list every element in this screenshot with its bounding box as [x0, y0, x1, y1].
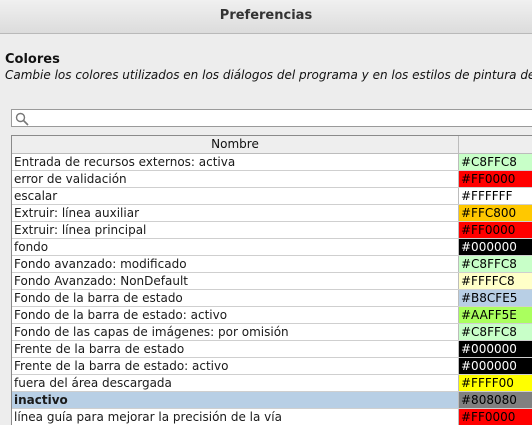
color-name-cell[interactable]: Fondo de la barra de estado [12, 290, 459, 306]
color-value-cell[interactable]: #FF0000 [459, 171, 532, 187]
color-value-cell[interactable]: #C8FFC8 [459, 154, 532, 170]
table-row[interactable]: fondo #000000 [12, 239, 532, 256]
color-name-cell[interactable]: Frente de la barra de estado [12, 341, 459, 357]
table-row[interactable]: Frente de la barra de estado: activo #000… [12, 358, 532, 375]
color-name-cell[interactable]: escalar [12, 188, 459, 204]
column-header-name[interactable]: Nombre [12, 136, 459, 153]
color-value-cell[interactable]: #FF0000 [459, 409, 532, 425]
table-row[interactable]: Fondo avanzado: modificado #C8FFC8 [12, 256, 532, 273]
section-title: Colores [5, 52, 60, 67]
table-row[interactable]: Frente de la barra de estado #000000 [12, 341, 532, 358]
table-row[interactable]: error de validación #FF0000 [12, 171, 532, 188]
search-icon [15, 112, 29, 126]
color-name-cell[interactable]: fondo [12, 239, 459, 255]
table-body: Entrada de recursos externos: activa #C8F… [12, 154, 532, 425]
color-value-cell[interactable]: #FF0000 [459, 222, 532, 238]
color-value-cell[interactable]: #B8CFE5 [459, 290, 532, 306]
column-header-color[interactable] [459, 136, 532, 153]
color-name-cell[interactable]: Extruir: línea principal [12, 222, 459, 238]
color-name-cell[interactable]: fuera del área descargada [12, 375, 459, 391]
table-row[interactable]: Entrada de recursos externos: activa #C8F… [12, 154, 532, 171]
table-row[interactable]: fuera del área descargada #FFFF00 [12, 375, 532, 392]
color-name-cell[interactable]: Entrada de recursos externos: activa [12, 154, 459, 170]
color-name-cell[interactable]: Fondo Avanzado: NonDefault [12, 273, 459, 289]
color-value-cell[interactable]: #000000 [459, 358, 532, 374]
color-value-cell[interactable]: #C8FFC8 [459, 256, 532, 272]
table-row[interactable]: inactivo #808080 [12, 392, 532, 409]
table-row[interactable]: Extruir: línea principal #FF0000 [12, 222, 532, 239]
color-value-cell[interactable]: #FFFFC8 [459, 273, 532, 289]
color-value-cell[interactable]: #000000 [459, 239, 532, 255]
color-value-cell[interactable]: #808080 [459, 392, 532, 408]
table-row[interactable]: Fondo de la barra de estado #B8CFE5 [12, 290, 532, 307]
table-row[interactable]: Extruir: línea auxiliar #FFC800 [12, 205, 532, 222]
color-value-cell[interactable]: #AAFF5E [459, 307, 532, 323]
table-row[interactable]: Fondo de la barra de estado: activo #AAFF… [12, 307, 532, 324]
search-input[interactable] [11, 109, 532, 127]
color-value-cell[interactable]: #000000 [459, 341, 532, 357]
color-name-cell[interactable]: Extruir: línea auxiliar [12, 205, 459, 221]
color-value-cell[interactable]: #FFFF00 [459, 375, 532, 391]
color-name-cell[interactable]: línea guía para mejorar la precisión de … [12, 409, 459, 425]
title-bar: Preferencias [0, 0, 532, 34]
table-row[interactable]: línea guía para mejorar la precisión de … [12, 409, 532, 425]
color-name-cell[interactable]: inactivo [12, 392, 459, 408]
color-name-cell[interactable]: error de validación [12, 171, 459, 187]
color-value-cell[interactable]: #FFC800 [459, 205, 532, 221]
section-description: Cambie los colores utilizados en los diá… [5, 68, 532, 82]
color-value-cell[interactable]: #FFFFFF [459, 188, 532, 204]
table-row[interactable]: escalar #FFFFFF [12, 188, 532, 205]
table-header: Nombre [12, 136, 532, 154]
color-name-cell[interactable]: Fondo de las capas de imágenes: por omis… [12, 324, 459, 340]
color-value-cell[interactable]: #C8FFC8 [459, 324, 532, 340]
color-name-cell[interactable]: Fondo de la barra de estado: activo [12, 307, 459, 323]
colors-table[interactable]: Nombre Entrada de recursos externos: act… [11, 135, 532, 425]
color-name-cell[interactable]: Frente de la barra de estado: activo [12, 358, 459, 374]
window-title: Preferencias [219, 8, 313, 23]
table-row[interactable]: Fondo Avanzado: NonDefault #FFFFC8 [12, 273, 532, 290]
color-name-cell[interactable]: Fondo avanzado: modificado [12, 256, 459, 272]
table-row[interactable]: Fondo de las capas de imágenes: por omis… [12, 324, 532, 341]
